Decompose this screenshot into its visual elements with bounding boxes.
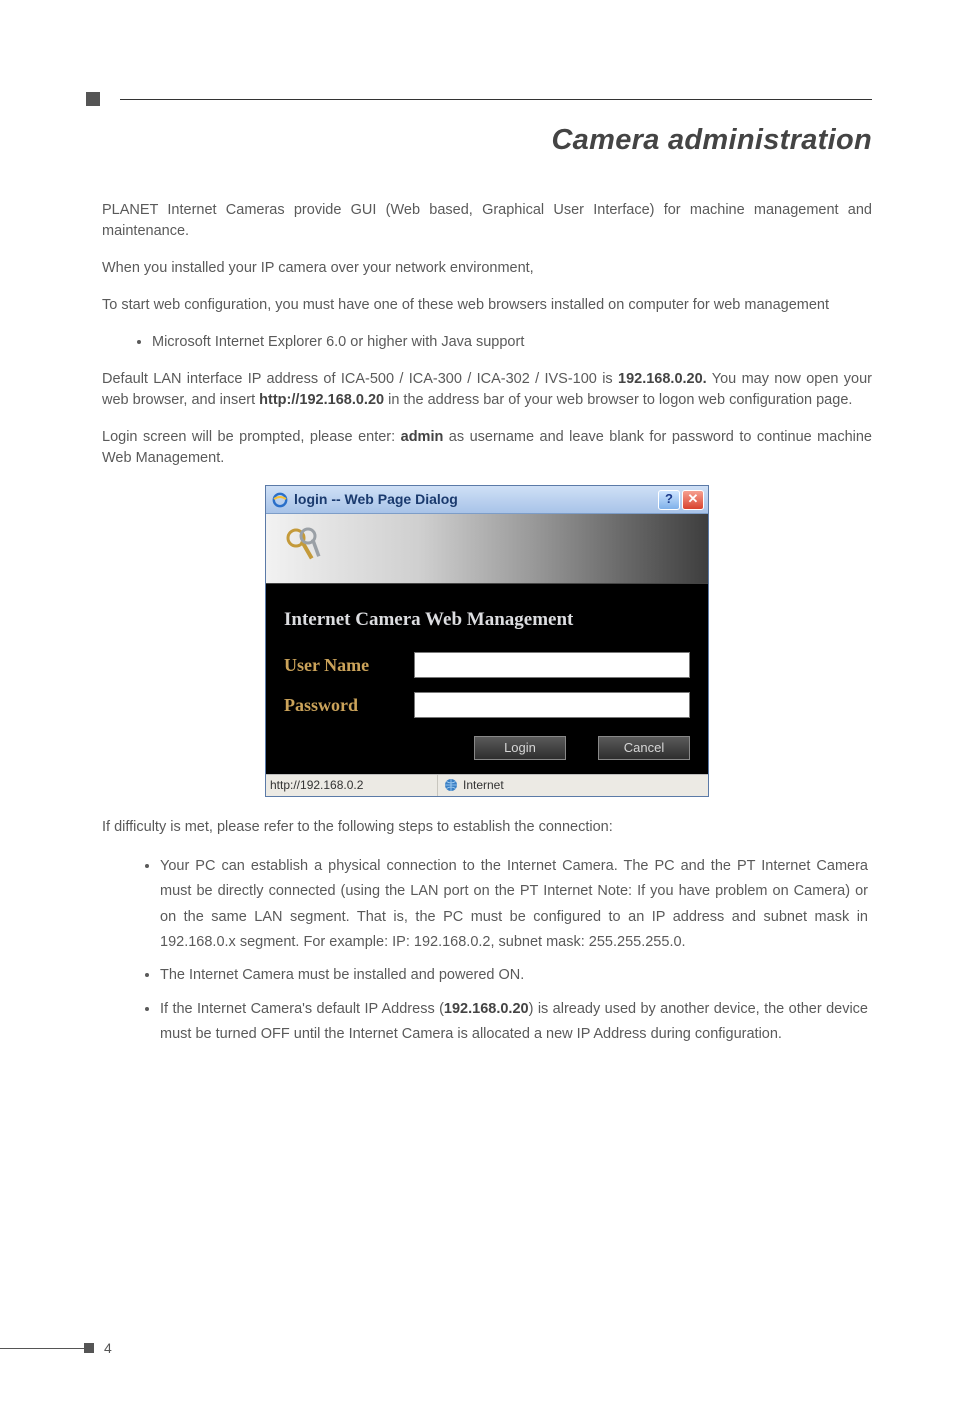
paragraph: Default LAN interface IP address of ICA-…: [102, 369, 872, 411]
text: If the Internet Camera's default IP Addr…: [160, 1001, 444, 1017]
username-input[interactable]: [414, 652, 690, 678]
paragraph: If difficulty is met, please refer to th…: [102, 817, 872, 838]
text: in the address bar of your web browser t…: [384, 392, 852, 408]
dialog-titlebar: login -- Web Page Dialog ? ✕: [266, 486, 708, 514]
text: Login screen will be prompted, please en…: [102, 429, 401, 445]
content-area: PLANET Internet Cameras provide GUI (Web…: [102, 200, 872, 1064]
dialog-banner: [266, 514, 708, 584]
username-bold: admin: [401, 429, 444, 445]
list-item: Your PC can establish a physical connect…: [160, 854, 872, 956]
username-label: User Name: [284, 652, 414, 678]
paragraph: To start web configuration, you must hav…: [102, 295, 872, 316]
help-button[interactable]: ?: [658, 490, 680, 510]
cancel-button[interactable]: Cancel: [598, 736, 690, 760]
ip-bold: 192.168.0.20.: [618, 371, 707, 387]
status-zone-text: Internet: [463, 777, 504, 794]
login-heading: Internet Camera Web Management: [284, 606, 690, 634]
dialog-title-text: login -- Web Page Dialog: [294, 489, 656, 509]
status-zone: Internet: [438, 777, 504, 794]
login-button[interactable]: Login: [474, 736, 566, 760]
login-dialog: login -- Web Page Dialog ? ✕ Internet Ca…: [265, 485, 709, 797]
paragraph: Login screen will be prompted, please en…: [102, 427, 872, 469]
password-input[interactable]: [414, 692, 690, 718]
list-item: Microsoft Internet Explorer 6.0 or highe…: [152, 332, 872, 353]
header-rule: [120, 99, 872, 100]
list-item: If the Internet Camera's default IP Addr…: [160, 997, 872, 1048]
browser-list: Microsoft Internet Explorer 6.0 or highe…: [152, 332, 872, 353]
close-button[interactable]: ✕: [682, 490, 704, 510]
text: Default LAN interface IP address of ICA-…: [102, 371, 618, 387]
internet-zone-icon: [444, 778, 458, 792]
dialog-statusbar: http://192.168.0.2 Internet: [266, 774, 708, 796]
footer-marker: [84, 1343, 94, 1353]
troubleshoot-list: Your PC can establish a physical connect…: [102, 854, 872, 1048]
page-title: Camera administration: [551, 124, 872, 157]
button-row: Login Cancel: [284, 732, 690, 760]
keys-icon: [278, 522, 332, 576]
paragraph: PLANET Internet Cameras provide GUI (Web…: [102, 200, 872, 242]
page-footer: 4: [0, 1340, 112, 1356]
ie-icon: [272, 492, 288, 508]
paragraph: When you installed your IP camera over y…: [102, 258, 872, 279]
status-url: http://192.168.0.2: [266, 775, 438, 796]
url-bold: http://192.168.0.20: [259, 392, 384, 408]
page-number: 4: [104, 1340, 112, 1356]
username-row: User Name: [284, 652, 690, 678]
ip-bold: 192.168.0.20: [444, 1001, 529, 1017]
footer-rule: [0, 1348, 84, 1349]
dialog-screenshot: login -- Web Page Dialog ? ✕ Internet Ca…: [102, 485, 872, 797]
password-row: Password: [284, 692, 690, 718]
password-label: Password: [284, 692, 414, 718]
list-item: The Internet Camera must be installed an…: [160, 963, 872, 988]
page-corner-marker: [86, 92, 100, 106]
login-body: Internet Camera Web Management User Name…: [266, 584, 708, 774]
